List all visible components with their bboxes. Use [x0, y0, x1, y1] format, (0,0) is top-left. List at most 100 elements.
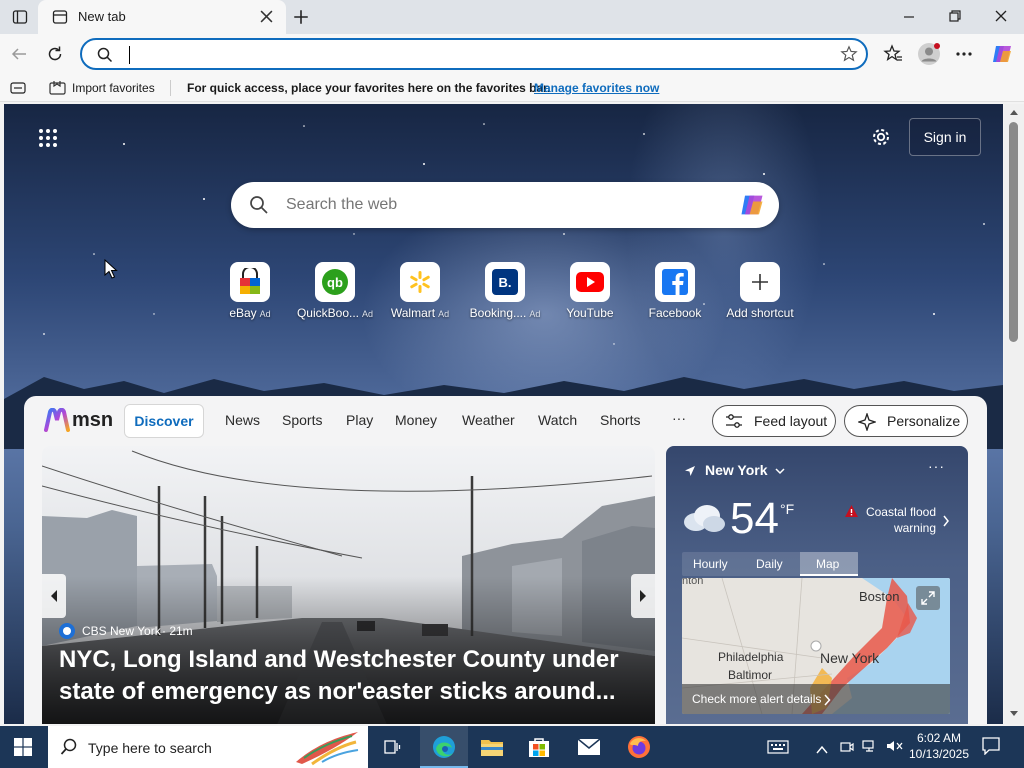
tab-new-tab[interactable]: New tab	[38, 0, 286, 34]
file-explorer-icon[interactable]	[480, 736, 504, 763]
task-view-icon[interactable]	[382, 737, 402, 762]
cloudy-weather-icon	[680, 502, 726, 539]
add-favorite-star-icon[interactable]	[840, 45, 858, 68]
volume-muted-icon[interactable]	[886, 739, 904, 758]
weather-card[interactable]: New York ··· 54 °F Coastal flood warning…	[666, 446, 968, 724]
text-caret	[129, 46, 130, 64]
title-bar: New tab	[0, 0, 1024, 34]
map-cta-bar[interactable]: Check more alert details	[682, 684, 950, 714]
favorites-icon[interactable]	[883, 44, 903, 69]
keyboard-input-icon[interactable]	[767, 740, 789, 759]
ad-badge: Ad	[438, 309, 450, 319]
restore-button[interactable]	[948, 9, 962, 28]
nav-sports[interactable]: Sports	[282, 412, 322, 428]
nav-weather[interactable]: Weather	[462, 412, 515, 428]
back-icon[interactable]	[10, 45, 28, 68]
nav-discover[interactable]: Discover	[124, 404, 204, 438]
chevron-right-icon	[824, 693, 831, 711]
network-icon[interactable]	[862, 739, 878, 758]
shortcut-label: YouTube	[566, 306, 614, 320]
tab-hourly[interactable]: Hourly	[693, 557, 728, 571]
nav-news[interactable]: News	[225, 412, 260, 428]
more-options-icon[interactable]	[955, 46, 973, 67]
shortcut-booking[interactable]: B. Booking.... Ad	[460, 262, 550, 320]
sign-in-button[interactable]: Sign in	[909, 118, 981, 156]
close-tab-icon[interactable]	[260, 10, 273, 28]
web-search-box[interactable]: Search the web	[231, 182, 779, 228]
copilot-icon[interactable]	[737, 191, 767, 224]
meet-now-icon[interactable]	[840, 740, 854, 759]
mail-icon[interactable]	[577, 738, 601, 761]
shortcut-label: Booking....	[469, 306, 527, 320]
map-label-boston: Boston	[859, 589, 900, 604]
new-tab-page: Sign in Search the web eBay Ad qb QuickBo…	[4, 104, 1003, 724]
close-window-button[interactable]	[994, 9, 1008, 28]
carousel-prev-button[interactable]	[42, 574, 66, 618]
scrollbar-thumb[interactable]	[1009, 122, 1018, 342]
shortcut-add[interactable]: Add shortcut	[715, 262, 805, 320]
minimize-button[interactable]	[902, 10, 916, 29]
carousel-next-button[interactable]	[631, 574, 655, 618]
tab-title: New tab	[78, 9, 126, 24]
new-tab-button[interactable]	[292, 8, 310, 31]
plus-icon	[740, 262, 780, 302]
walmart-icon	[400, 262, 440, 302]
weather-location[interactable]: New York	[705, 462, 768, 478]
tab-daily[interactable]: Daily	[756, 557, 783, 571]
import-favorites-icon	[49, 80, 67, 99]
shortcut-label: Facebook	[648, 306, 702, 320]
feed-layout-button[interactable]: Feed layout	[712, 405, 836, 437]
taskbar-search-input[interactable]: Type here to search	[88, 740, 212, 756]
story-age: · 21m	[162, 624, 193, 638]
refresh-icon[interactable]	[46, 45, 64, 68]
msn-logo-icon[interactable]	[44, 407, 70, 437]
clock-date: 10/13/2025	[908, 747, 970, 761]
address-bar[interactable]	[80, 38, 868, 70]
map-label-partial: nton	[682, 578, 704, 587]
shortcut-label: eBay	[229, 306, 257, 320]
notifications-icon[interactable]	[982, 737, 1000, 760]
shortcut-facebook[interactable]: Facebook	[630, 262, 720, 320]
nav-shorts[interactable]: Shorts	[600, 412, 640, 428]
chevron-right-icon[interactable]	[942, 514, 950, 532]
weather-map[interactable]: Boston Philadelphia New York Baltimor nt…	[682, 578, 950, 714]
temperature-unit: °F	[780, 501, 795, 517]
page-scrollbar[interactable]	[1004, 104, 1024, 724]
expand-map-button[interactable]	[916, 586, 940, 610]
system-clock[interactable]: 6:02 AM 10/13/2025	[904, 730, 974, 762]
story-headline[interactable]: NYC, Long Island and Westchester County …	[59, 644, 649, 708]
import-favorites-button[interactable]: Import favorites	[72, 81, 155, 95]
weather-more-icon[interactable]: ···	[928, 458, 945, 474]
chevron-down-icon[interactable]	[774, 464, 786, 482]
firefox-icon[interactable]	[627, 735, 651, 764]
manage-favorites-link[interactable]: Manage favorites now	[534, 81, 659, 95]
apps-grid-icon[interactable]	[38, 128, 58, 153]
taskbar-edge[interactable]	[420, 726, 468, 768]
nav-watch[interactable]: Watch	[538, 412, 577, 428]
shortcut-walmart[interactable]: Walmart Ad	[375, 262, 465, 320]
microsoft-store-icon[interactable]	[528, 736, 550, 763]
svg-text:B.: B.	[499, 275, 512, 290]
shortcut-ebay[interactable]: eBay Ad	[205, 262, 295, 320]
msn-brand: msn	[72, 409, 114, 431]
nav-more-icon[interactable]: ···	[672, 410, 686, 426]
tab-actions-icon[interactable]	[12, 9, 28, 30]
page-settings-gear-icon[interactable]	[870, 126, 892, 153]
ad-badge: Ad	[259, 309, 271, 319]
chevron-up-icon[interactable]	[816, 742, 828, 760]
copilot-icon[interactable]	[990, 42, 1014, 71]
tab-map[interactable]: Map	[800, 552, 858, 576]
nav-money[interactable]: Money	[395, 412, 437, 428]
nav-play[interactable]: Play	[346, 412, 373, 428]
favorites-bar-toggle-icon[interactable]	[10, 82, 26, 97]
hero-story-card[interactable]: CBS New York · 21m NYC, Long Island and …	[42, 446, 655, 724]
shortcut-quickbooks[interactable]: qb QuickBoo... Ad	[290, 262, 380, 320]
web-search-input[interactable]: Search the web	[286, 196, 397, 214]
windows-start-icon[interactable]	[14, 738, 32, 761]
personalize-button[interactable]: Personalize	[844, 405, 968, 437]
taskbar-search-box[interactable]: Type here to search	[48, 726, 368, 768]
profile-avatar[interactable]	[917, 42, 941, 71]
facebook-icon	[655, 262, 695, 302]
weather-alert[interactable]: Coastal flood warning	[856, 504, 936, 536]
shortcut-youtube[interactable]: YouTube	[545, 262, 635, 320]
